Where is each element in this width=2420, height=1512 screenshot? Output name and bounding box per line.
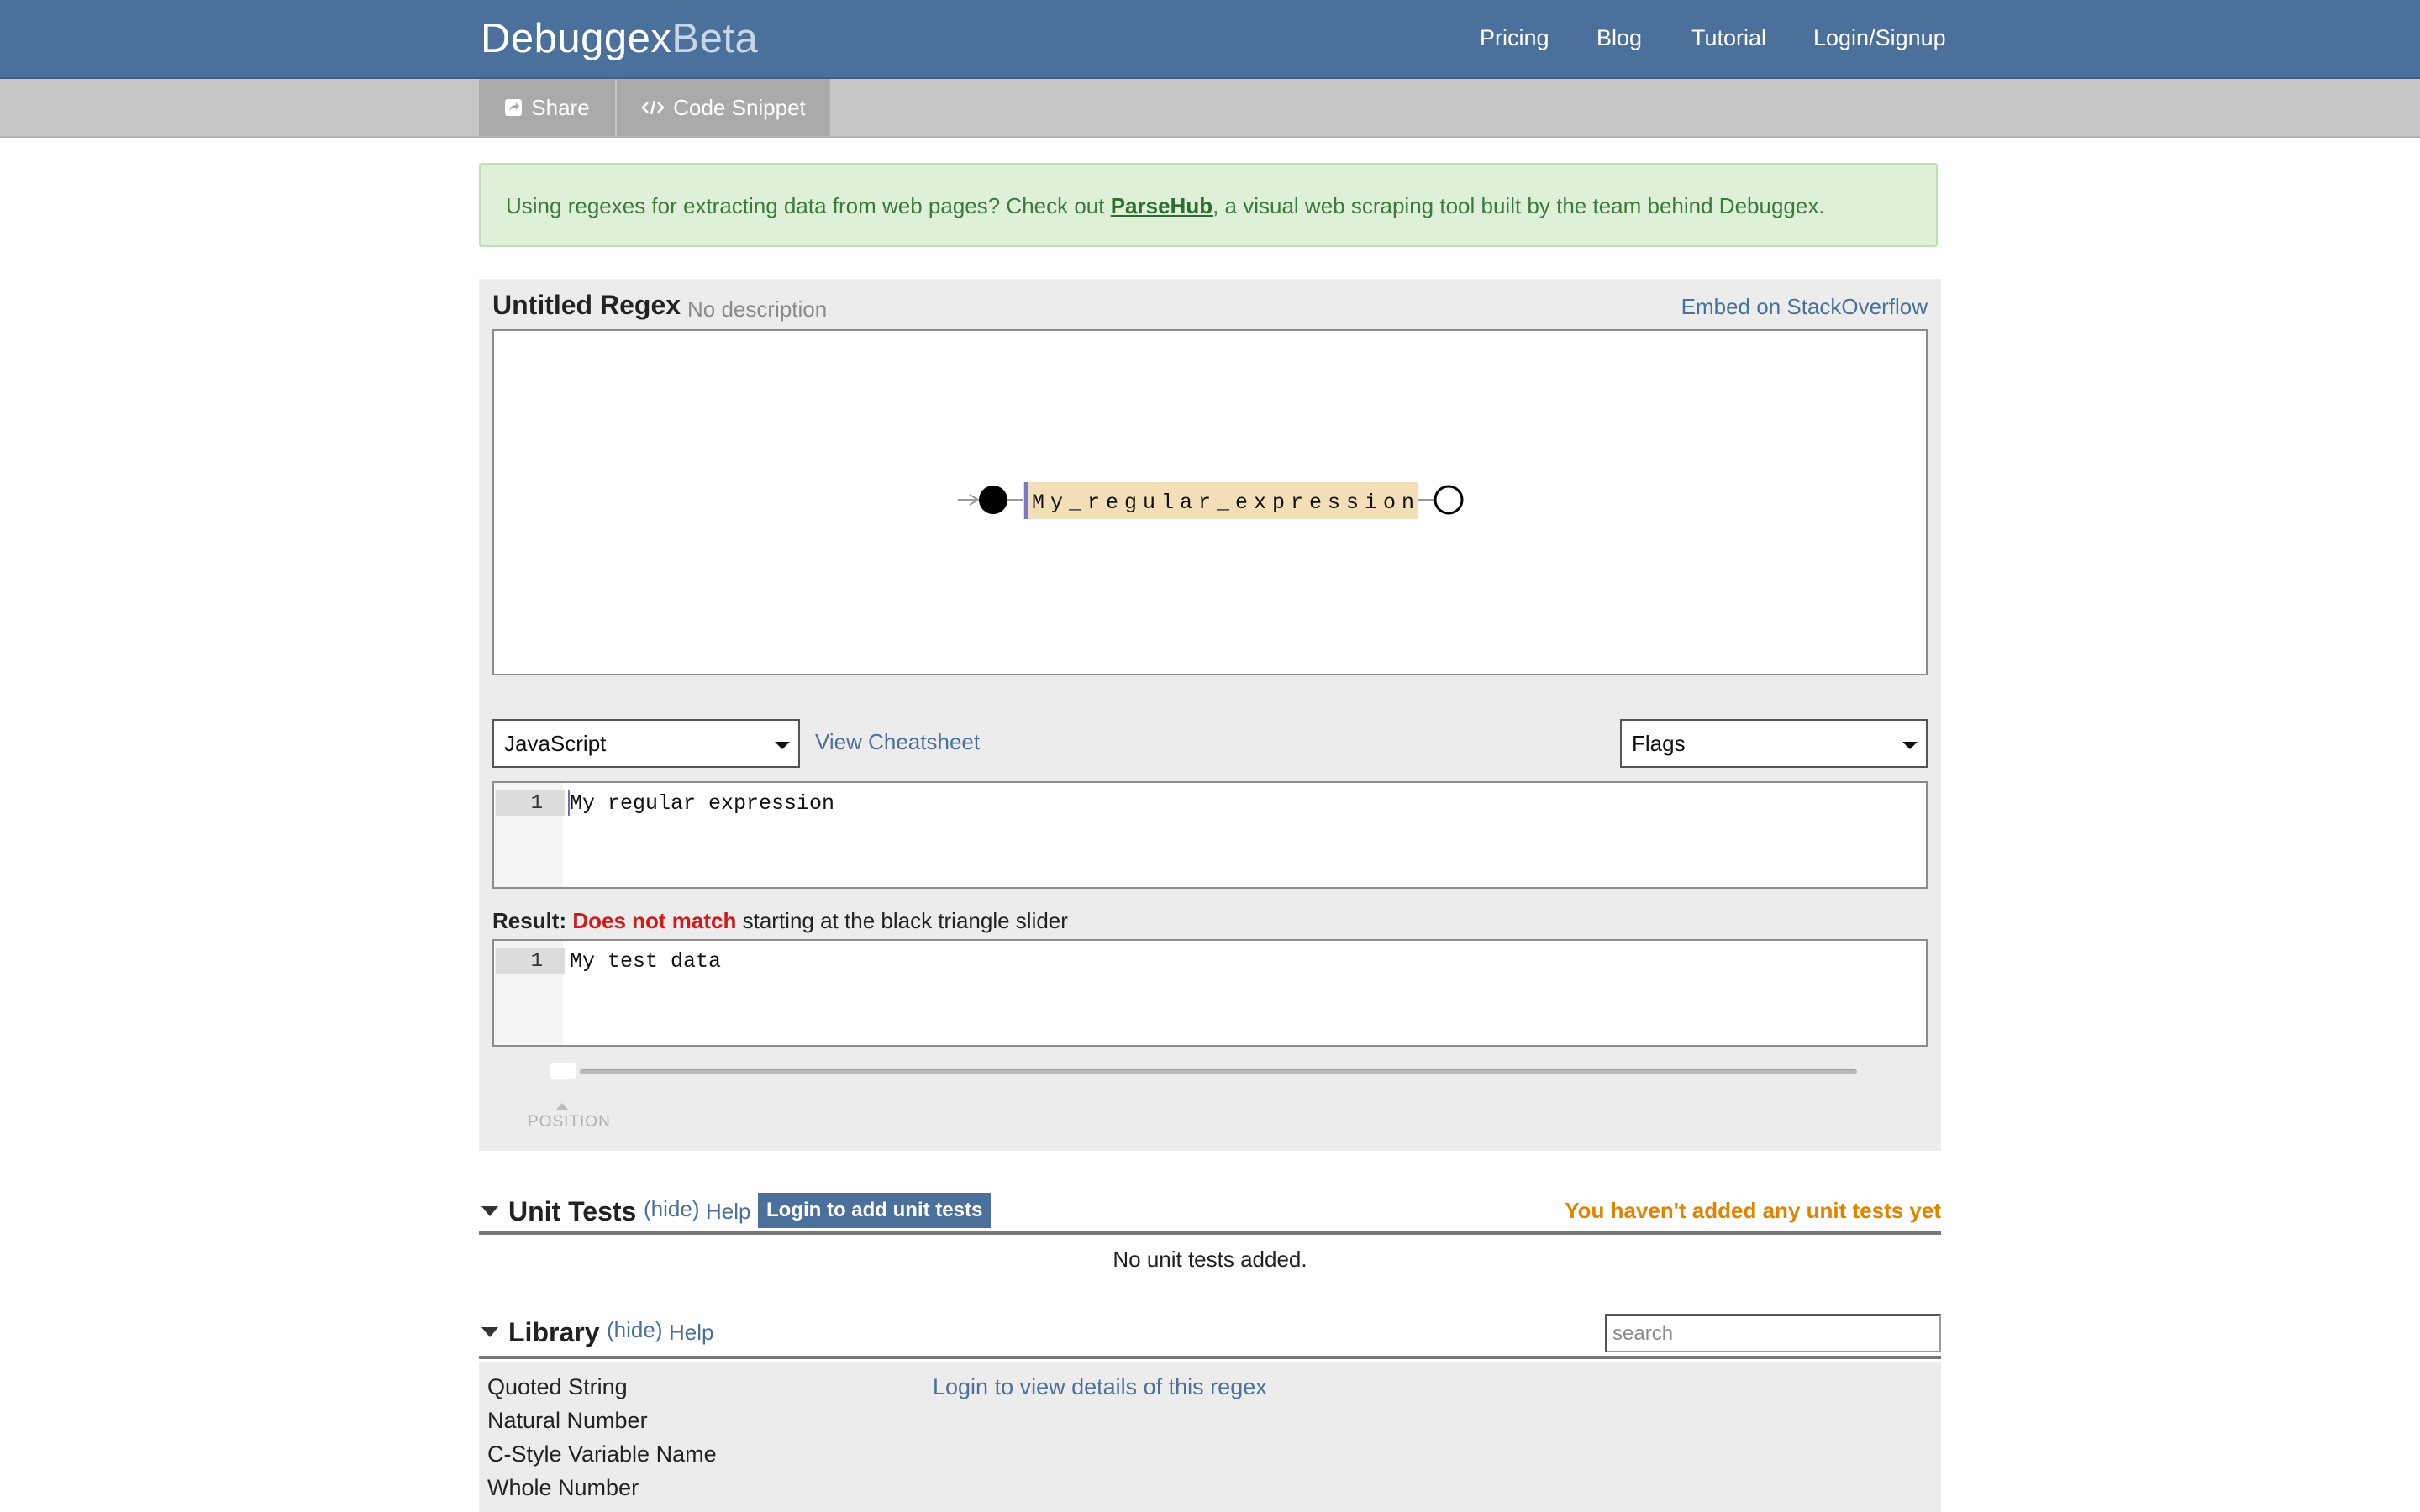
unit-tests-hide-link[interactable]: (hide) (644, 1196, 699, 1222)
match-result: Result: Does not match starting at the b… (492, 908, 1068, 934)
code-icon (641, 98, 665, 117)
library-details-link[interactable]: Login to view details of this regex (933, 1374, 1267, 1400)
promo-banner: Using regexes for extracting data from w… (479, 163, 1938, 247)
library-item[interactable]: Whole Number (487, 1475, 639, 1501)
unit-tests-warning: You haven't added any unit tests yet (1565, 1198, 1941, 1223)
position-slider-handle[interactable] (550, 1063, 576, 1079)
library-item[interactable]: Natural Number (487, 1408, 648, 1434)
end-node (1434, 485, 1464, 515)
library-hide-link[interactable]: (hide) (607, 1317, 662, 1343)
share-label: Share (531, 94, 590, 120)
position-label: POSITION (528, 1113, 611, 1131)
collapse-triangle-icon[interactable] (481, 1327, 498, 1337)
position-slider-track[interactable] (580, 1069, 1857, 1074)
regex-text[interactable]: My regular expression (570, 791, 834, 816)
library-title: Library (508, 1317, 600, 1347)
library-item[interactable]: Quoted String (487, 1374, 628, 1400)
nav-link-tutorial[interactable]: Tutorial (1691, 25, 1766, 51)
nav-link-pricing[interactable]: Pricing (1480, 25, 1549, 51)
test-data-input[interactable]: 1 My test data (492, 939, 1928, 1047)
literal-text: My_regular_expression (1032, 491, 1420, 515)
sub-toolbar (0, 79, 2420, 138)
no-unit-tests-message: No unit tests added. (1113, 1247, 1307, 1272)
railroad-diagram: My_regular_expression (492, 329, 1928, 675)
regex-line-number: 1 (496, 790, 565, 816)
promo-text-after: , a visual web scraping tool built by th… (1213, 193, 1825, 218)
share-button[interactable]: Share (479, 79, 615, 136)
flags-select[interactable]: Flags (1620, 719, 1928, 768)
unit-tests-divider (479, 1231, 1941, 1235)
test-data-text[interactable]: My test data (570, 949, 721, 974)
regex-title[interactable]: Untitled Regex (492, 290, 681, 321)
regex-input[interactable]: 1 My regular expression (492, 781, 1928, 889)
flavor-value: JavaScript (504, 731, 607, 756)
nav-link-login-signup[interactable]: Login/Signup (1813, 25, 1946, 51)
chevron-down-icon (1902, 742, 1918, 749)
embed-stackoverflow-link[interactable]: Embed on StackOverflow (1681, 294, 1928, 320)
result-status: Does not match (572, 908, 737, 933)
library-item[interactable]: C-Style Variable Name (487, 1441, 717, 1467)
view-cheatsheet-link[interactable]: View Cheatsheet (815, 729, 980, 755)
start-node (979, 486, 1007, 514)
test-line-number: 1 (496, 948, 565, 974)
flags-value: Flags (1632, 731, 1686, 756)
result-label: Result: (492, 908, 567, 933)
library-help-link[interactable]: Help (669, 1320, 713, 1346)
brand-main: Debuggex (481, 16, 672, 61)
share-icon (504, 98, 523, 117)
chevron-down-icon (775, 742, 790, 749)
collapse-triangle-icon[interactable] (481, 1206, 498, 1216)
nav-link-blog[interactable]: Blog (1597, 25, 1642, 51)
brand-logo[interactable]: DebuggexBeta (481, 15, 758, 62)
top-navbar (0, 0, 2420, 79)
unit-tests-help-link[interactable]: Help (706, 1199, 750, 1225)
brand-beta: Beta (671, 16, 759, 61)
library-search-input[interactable] (1605, 1314, 1941, 1352)
regex-description[interactable]: No description (687, 297, 827, 323)
login-add-unit-tests-button[interactable]: Login to add unit tests (758, 1193, 992, 1228)
code-snippet-label: Code Snippet (673, 94, 806, 120)
result-tail: starting at the black triangle slider (736, 908, 1068, 933)
promo-text-before: Using regexes for extracting data from w… (506, 193, 1111, 218)
triangle-up-icon (555, 1103, 569, 1110)
railroad-svg: My_regular_expression (958, 482, 1464, 519)
parsehub-link[interactable]: ParseHub (1111, 193, 1213, 218)
library-divider (479, 1356, 1941, 1359)
code-snippet-button[interactable]: Code Snippet (617, 79, 830, 136)
flavor-select[interactable]: JavaScript (492, 719, 800, 768)
unit-tests-title: Unit Tests (508, 1196, 637, 1226)
diagram-cursor (1024, 482, 1028, 519)
